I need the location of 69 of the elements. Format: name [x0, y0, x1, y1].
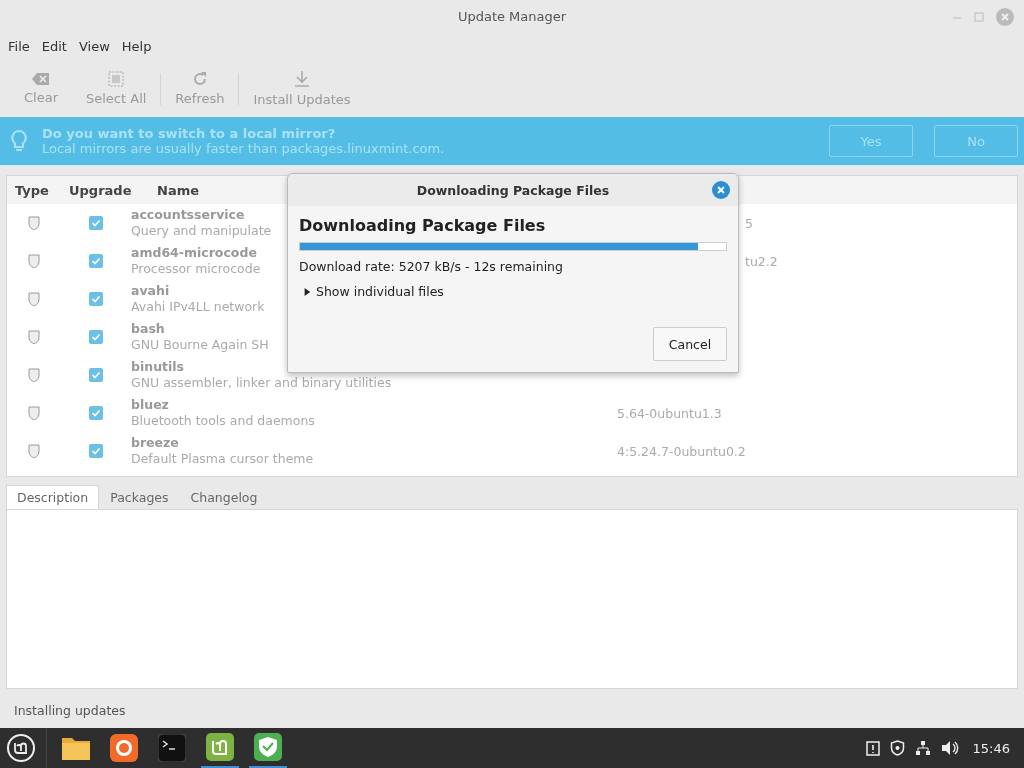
- tab[interactable]: Description: [6, 485, 100, 509]
- tab[interactable]: Packages: [99, 485, 180, 509]
- clipboard-icon[interactable]: [865, 740, 880, 756]
- download-icon: [294, 70, 310, 88]
- browser-icon[interactable]: [110, 734, 138, 762]
- expander[interactable]: Show individual files: [299, 284, 448, 299]
- clock[interactable]: 15:46: [972, 740, 1010, 756]
- status-text: Installing updates: [14, 703, 126, 718]
- shield-icon[interactable]: [889, 740, 905, 756]
- shield-icon: [28, 292, 40, 306]
- shield-icon: [28, 368, 40, 382]
- checkbox[interactable]: [89, 216, 103, 230]
- terminal-icon[interactable]: [158, 734, 186, 762]
- package-description: GNU assembler, linker and binary utilities: [131, 375, 392, 391]
- folder-icon[interactable]: [61, 735, 91, 761]
- package-name: bluez: [131, 397, 169, 413]
- dialog-title: Downloading Package Files: [416, 182, 610, 198]
- package-name: accountsservice: [131, 207, 245, 223]
- menu-item[interactable]: Edit: [35, 38, 73, 54]
- caret-icon: [303, 286, 311, 297]
- column-header[interactable]: Type: [15, 182, 49, 198]
- shield-icon: [28, 444, 40, 458]
- dialog-heading: Downloading Package Files: [299, 216, 547, 235]
- cancel-button[interactable]: Cancel: [653, 327, 727, 361]
- network-icon[interactable]: [914, 740, 931, 756]
- checkbox[interactable]: [89, 254, 103, 268]
- menu-item[interactable]: Help: [115, 38, 158, 54]
- checkbox[interactable]: [89, 444, 103, 458]
- package-name: avahi: [131, 283, 170, 299]
- mint-icon[interactable]: [206, 733, 234, 761]
- tab[interactable]: Changelog: [179, 485, 269, 509]
- column-header[interactable]: Name: [157, 182, 199, 198]
- close-button[interactable]: [712, 181, 730, 199]
- package-description: Default Plasma cursor theme: [131, 451, 314, 467]
- checkbox[interactable]: [89, 406, 103, 420]
- shield-icon[interactable]: [254, 733, 282, 761]
- package-description: Bluetooth tools and daemons: [131, 413, 315, 429]
- package-name: breeze: [131, 435, 179, 451]
- package-description: Avahi IPv4LL network: [131, 299, 265, 315]
- download-rate: Download rate: 5207 kB/s - 12s remaining: [299, 259, 564, 274]
- package-version: 5: [744, 215, 753, 231]
- column-header[interactable]: Upgrade: [69, 182, 132, 198]
- select-all-icon: [108, 71, 125, 87]
- menu-item[interactable]: View: [72, 38, 116, 54]
- volume-icon[interactable]: [940, 740, 959, 756]
- package-name: amd64-microcode: [131, 245, 257, 261]
- refresh-icon: [191, 71, 208, 87]
- lightbulb-icon: [10, 129, 28, 153]
- window-title: Update Manager: [457, 8, 567, 24]
- package-name: binutils: [131, 359, 184, 375]
- menu-icon[interactable]: [6, 733, 36, 763]
- menu-item[interactable]: File: [2, 38, 36, 54]
- shield-icon: [28, 216, 40, 230]
- shield-icon: [28, 254, 40, 268]
- package-version: 4:5.24.7-0ubuntu0.2: [617, 443, 746, 459]
- package-name: bash: [131, 321, 165, 337]
- infobar-message: Local mirrors are usually faster than packages.linuxmint.com.: [42, 141, 446, 156]
- package-description: GNU Bourne Again SH: [131, 337, 269, 353]
- package-description: Processor microcode: [131, 261, 261, 277]
- shield-icon: [28, 406, 40, 420]
- package-version: 5.64-0ubuntu1.3: [617, 405, 722, 421]
- shield-icon: [28, 330, 40, 344]
- package-version: tu2.2: [744, 253, 778, 269]
- checkbox[interactable]: [89, 292, 103, 306]
- infobar-title: Do you want to switch to a local mirror?: [42, 126, 337, 141]
- package-description: Query and manipulate: [131, 223, 272, 239]
- checkbox[interactable]: [89, 330, 103, 344]
- checkbox[interactable]: [89, 368, 103, 382]
- backspace-icon: [32, 72, 50, 86]
